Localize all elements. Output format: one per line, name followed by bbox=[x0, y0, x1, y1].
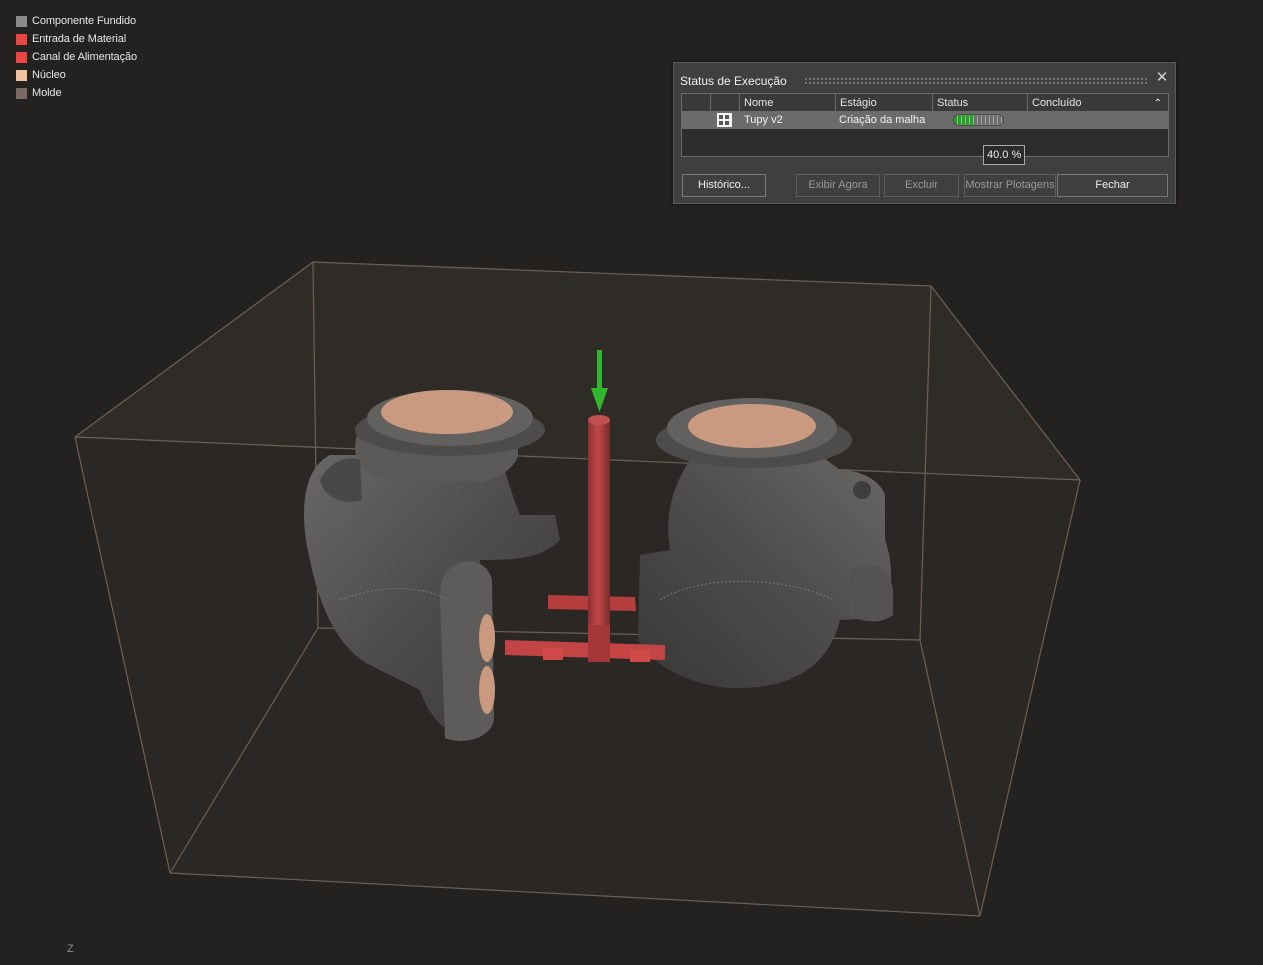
column-header-blank bbox=[682, 94, 711, 111]
legend-label: Núcleo bbox=[32, 69, 66, 81]
dialog-header[interactable]: Status de Execução ✕ bbox=[674, 63, 1175, 88]
table-header: Nome Estágio Status Concluído ⌃ bbox=[682, 94, 1168, 112]
legend-swatch bbox=[16, 15, 27, 27]
legend-swatch bbox=[16, 51, 27, 63]
progress-fill bbox=[954, 115, 974, 125]
legend-swatch bbox=[16, 69, 27, 81]
history-button[interactable]: Histórico... bbox=[682, 174, 766, 197]
job-status-dialog: Status de Execução ✕ Nome Estágio Status… bbox=[673, 62, 1176, 204]
progress-remaining bbox=[973, 115, 1003, 125]
legend-label: Componente Fundido bbox=[32, 15, 136, 27]
dialog-title: Status de Execução bbox=[680, 74, 787, 88]
table-row[interactable]: Tupy v2 Criação da malha bbox=[682, 111, 1168, 129]
close-icon[interactable]: ✕ bbox=[1155, 70, 1169, 85]
status-progress-bar bbox=[953, 114, 1004, 126]
study-icon bbox=[717, 113, 732, 127]
progress-tooltip: 40.0 % bbox=[983, 145, 1026, 165]
column-header-icon bbox=[711, 94, 740, 111]
legend-label: Entrada de Material bbox=[32, 33, 127, 45]
legend-item-componente-fundido: Componente Fundido bbox=[16, 12, 137, 30]
legend-item-molde: Molde bbox=[16, 84, 137, 102]
show-now-button[interactable]: Exibir Agora bbox=[796, 174, 880, 197]
drag-grip-icon[interactable] bbox=[804, 77, 1148, 85]
legend-item-nucleo: Núcleo bbox=[16, 66, 137, 84]
legend-swatch bbox=[16, 33, 27, 45]
column-header-completed-label: Concluído bbox=[1032, 97, 1082, 109]
show-plots-button[interactable]: Mostrar Plotagens bbox=[964, 174, 1056, 197]
row-name: Tupy v2 bbox=[744, 114, 783, 126]
legend-swatch bbox=[16, 87, 27, 99]
mold-box bbox=[74, 261, 1082, 917]
column-header-completed[interactable]: Concluído ⌃ bbox=[1028, 94, 1168, 111]
legend-label: Molde bbox=[32, 87, 62, 99]
legend-item-canal-de-alimentacao: Canal de Alimentação bbox=[16, 48, 137, 66]
column-header-stage[interactable]: Estágio bbox=[836, 94, 933, 111]
legend-item-entrada-de-material: Entrada de Material bbox=[16, 30, 137, 48]
delete-button[interactable]: Excluir bbox=[884, 174, 959, 197]
job-table: Nome Estágio Status Concluído ⌃ Tupy v2 … bbox=[681, 93, 1169, 157]
column-header-name[interactable]: Nome bbox=[740, 94, 836, 111]
close-button[interactable]: Fechar bbox=[1057, 174, 1168, 197]
legend-label: Canal de Alimentação bbox=[32, 51, 138, 63]
row-stage: Criação da malha bbox=[839, 114, 926, 126]
column-header-status[interactable]: Status bbox=[933, 94, 1028, 111]
axis-triad-label: Z bbox=[67, 943, 74, 955]
legend: Componente Fundido Entrada de Material C… bbox=[16, 12, 137, 102]
